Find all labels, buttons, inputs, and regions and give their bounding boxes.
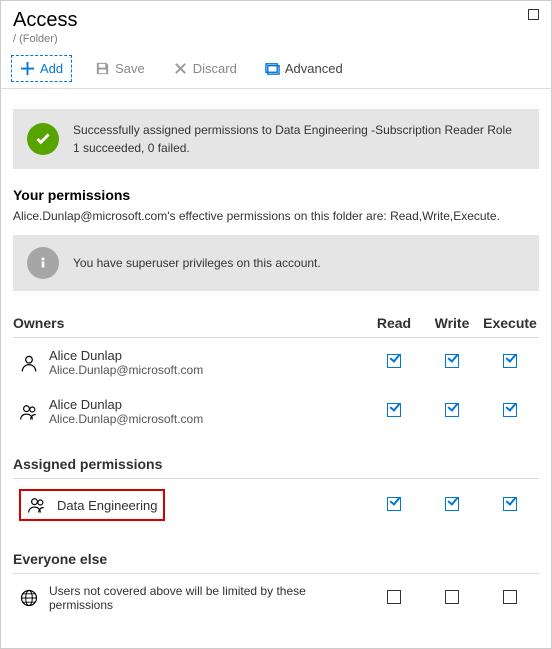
everyone-text: Users not covered above will be limited … [49,584,329,612]
execute-checkbox[interactable] [503,590,517,604]
owners-header-row: Owners Read Write Execute [13,309,539,338]
write-checkbox[interactable] [445,354,459,368]
highlighted-permission: Data Engineering [19,489,165,521]
advanced-button[interactable]: Advanced [260,58,348,79]
globe-icon [19,588,39,608]
person-icon [19,353,39,373]
group-icon [27,495,47,515]
assigned-name: Data Engineering [57,498,157,513]
assigned-header-row: Assigned permissions [13,450,539,479]
write-checkbox[interactable] [445,590,459,604]
col-read: Read [365,315,423,331]
success-text-line1: Successfully assigned permissions to Dat… [73,121,512,139]
table-row: Alice Dunlap Alice.Dunlap@microsoft.com [13,338,539,387]
table-row: Data Engineering [13,479,539,531]
owner-email: Alice.Dunlap@microsoft.com [49,363,203,377]
save-button[interactable]: Save [90,58,150,79]
add-label: Add [40,61,63,76]
add-button[interactable]: Add [11,55,72,82]
read-checkbox[interactable] [387,497,401,511]
owners-title: Owners [13,315,365,331]
save-icon [95,61,110,76]
save-label: Save [115,61,145,76]
advanced-label: Advanced [285,61,343,76]
breadcrumb: / (Folder) [13,33,539,45]
write-checkbox[interactable] [445,403,459,417]
info-banner: You have superuser privileges on this ac… [13,235,539,291]
owner-name: Alice Dunlap [49,348,203,363]
everyone-title: Everyone else [13,551,365,567]
read-checkbox[interactable] [387,354,401,368]
success-banner: Successfully assigned permissions to Dat… [13,109,539,169]
read-checkbox[interactable] [387,590,401,604]
execute-checkbox[interactable] [503,497,517,511]
discard-icon [173,61,188,76]
discard-button[interactable]: Discard [168,58,242,79]
col-execute: Execute [481,315,539,331]
success-text-line2: 1 succeeded, 0 failed. [73,139,512,157]
owner-name: Alice Dunlap [49,397,203,412]
toolbar: Add Save Discard Advanced [1,49,551,89]
col-write: Write [423,315,481,331]
write-checkbox[interactable] [445,497,459,511]
panel-header: Access / (Folder) [1,1,551,49]
superuser-text: You have superuser privileges on this ac… [73,254,321,272]
assigned-title: Assigned permissions [13,456,365,472]
everyone-header-row: Everyone else [13,545,539,574]
table-row: Alice Dunlap Alice.Dunlap@microsoft.com [13,387,539,436]
success-icon [27,123,59,155]
execute-checkbox[interactable] [503,403,517,417]
read-checkbox[interactable] [387,403,401,417]
your-permissions-text: Alice.Dunlap@microsoft.com's effective p… [13,209,539,223]
execute-checkbox[interactable] [503,354,517,368]
table-row: Users not covered above will be limited … [13,574,539,622]
group-icon [19,402,39,422]
your-permissions-title: Your permissions [13,187,539,203]
advanced-icon [265,61,280,76]
info-icon [27,247,59,279]
plus-icon [20,61,35,76]
page-title: Access [13,9,539,32]
owner-email: Alice.Dunlap@microsoft.com [49,412,203,426]
discard-label: Discard [193,61,237,76]
maximize-icon[interactable] [528,9,539,20]
